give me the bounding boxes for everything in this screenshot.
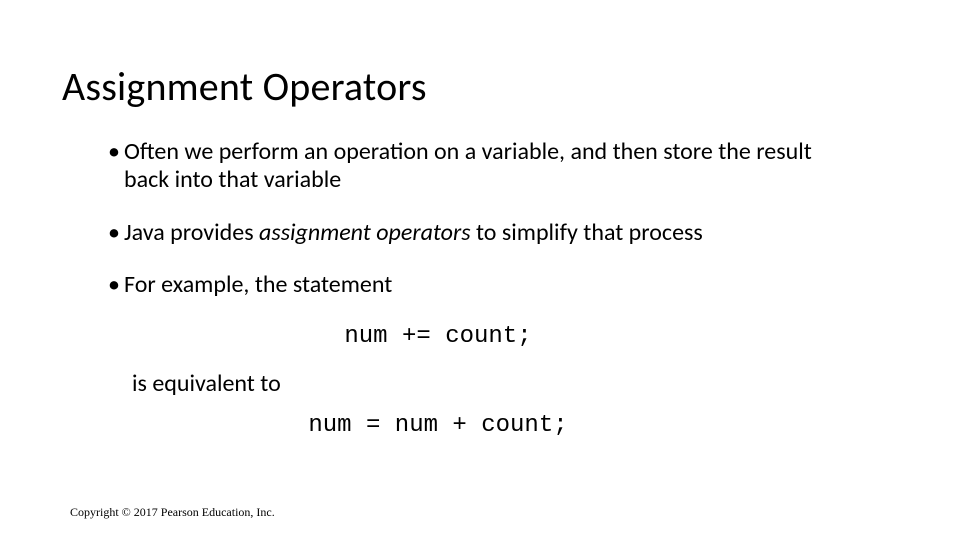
bullet-item: For example, the statement	[108, 271, 828, 299]
slide: Assignment Operators Often we perform an…	[0, 0, 960, 540]
slide-body: Often we perform an operation on a varia…	[108, 138, 828, 458]
code-example: num += count;	[108, 323, 828, 351]
bullet-text: Java provides	[124, 218, 259, 247]
bullet-item: Java provides assignment operators to si…	[108, 219, 828, 247]
slide-title: Assignment Operators	[62, 62, 427, 111]
bullet-emphasis: assignment operators	[259, 218, 471, 247]
followup-text: is equivalent to	[132, 370, 828, 398]
bullet-item: Often we perform an operation on a varia…	[108, 138, 828, 195]
code-example: num = num + count;	[108, 412, 828, 440]
copyright-notice: Copyright © 2017 Pearson Education, Inc.	[70, 505, 275, 520]
bullet-text: to simplify that process	[471, 218, 703, 247]
